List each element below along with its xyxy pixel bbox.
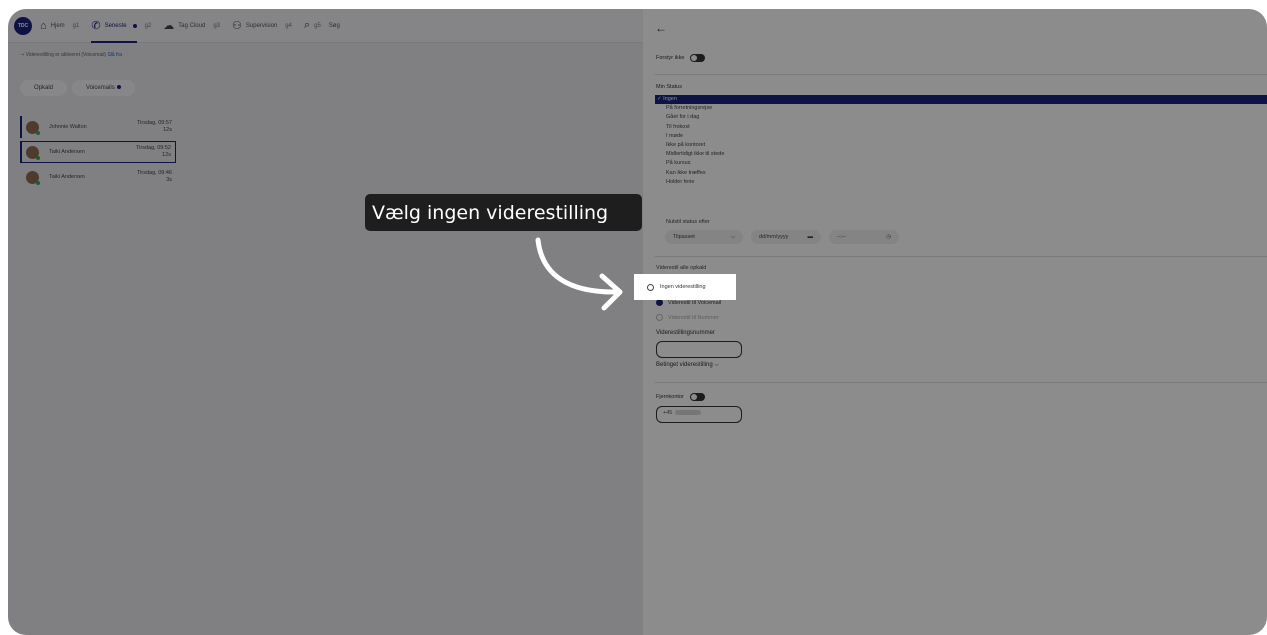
forward-number-input[interactable]: [656, 341, 742, 358]
avatar: [26, 145, 40, 160]
status-option[interactable]: På kursus: [655, 159, 1267, 168]
forward-number-label: Viderestillingsnummer: [656, 330, 715, 336]
option-forward-number[interactable]: Viderestil til Nummer: [656, 314, 719, 321]
search-icon: ⌕: [303, 19, 311, 31]
forward-all-label: Viderestil alle opkald: [656, 265, 707, 271]
unread-dot: [132, 23, 137, 28]
nav-supervision[interactable]: ⚇ Supervision: [232, 9, 277, 43]
reset-status-row: Tilpasset ⌵ dd/mm/yyyy ▬ --:-- ◷: [665, 230, 899, 244]
status-option[interactable]: På forretningsrejse: [655, 104, 1267, 113]
hotkey-g4: g4: [285, 22, 292, 29]
radio-forward-voicemail[interactable]: [656, 299, 663, 306]
redacted-number: [675, 410, 702, 416]
disable-forwarding-link[interactable]: Slå fra: [107, 52, 121, 58]
top-navigation: TDC ⌂ Hjem g1 ✆ Seneste g2 ☁ Tag Cloud g…: [8, 9, 643, 43]
call-tabs: Opkald Voicemails: [20, 80, 135, 96]
curved-arrow-icon: [535, 237, 623, 311]
back-arrow-icon[interactable]: ←: [655, 21, 667, 35]
list-item[interactable]: Taiki Andersen Tirsdag, 09:46 3s: [20, 166, 176, 188]
supervision-icon: ⚇: [232, 20, 242, 32]
main-app: TDC ⌂ Hjem g1 ✆ Seneste g2 ☁ Tag Cloud g…: [8, 9, 643, 635]
check-icon: ✓: [657, 96, 662, 102]
calendar-icon: ▬: [807, 234, 814, 240]
remote-office-toggle[interactable]: [689, 393, 705, 401]
nav-search[interactable]: ⌕ g5 Søg: [304, 9, 340, 43]
tab-voicemails[interactable]: Voicemails: [72, 80, 135, 96]
reset-status-label: Nulstil status efter: [666, 219, 710, 225]
status-panel: ← Forstyr ikke Min Status ✓ Ingen På for…: [643, 9, 1267, 635]
chevron-down-icon: ⌵: [730, 233, 735, 240]
option-forward-voicemail[interactable]: Viderestil til Voicemail: [656, 299, 721, 306]
hotkey-g3: g3: [213, 22, 221, 29]
divider: [655, 382, 1267, 383]
nav-recent[interactable]: ✆ Seneste: [91, 9, 137, 43]
divider: [655, 256, 1267, 257]
logo: TDC: [14, 16, 32, 35]
remote-office-number-input[interactable]: +45: [656, 406, 742, 423]
remote-office-row: Fjernkontor: [656, 393, 705, 401]
highlighted-option-no-forwarding[interactable]: Ingen viderestilling: [634, 274, 736, 300]
nav-tag-cloud[interactable]: ☁ Tag Cloud: [163, 9, 205, 43]
radio-forward-number[interactable]: [656, 314, 663, 321]
status-option[interactable]: I møde: [655, 132, 1267, 141]
do-not-disturb-toggle[interactable]: [690, 54, 706, 62]
reset-time-input[interactable]: --:-- ◷: [829, 230, 899, 244]
status-option[interactable]: Midlertidigt ikke til stede: [655, 150, 1267, 159]
do-not-disturb-row: Forstyr ikke: [656, 54, 706, 62]
reset-date-input[interactable]: dd/mm/yyyy ▬: [751, 230, 821, 244]
avatar: [26, 170, 40, 185]
status-option[interactable]: Til frokost: [655, 123, 1267, 132]
hotkey-g1: g1: [72, 22, 80, 29]
status-option-none[interactable]: ✓ Ingen: [655, 95, 1267, 105]
home-icon: ⌂: [40, 19, 47, 32]
status-heading: Min Status: [656, 84, 682, 90]
radio-no-forwarding-highlight: [647, 283, 654, 291]
hotkey-g5: g5: [314, 22, 321, 29]
clock-icon: ◷: [886, 234, 891, 240]
guide-tooltip: Vælg ingen viderestilling: [365, 194, 642, 231]
status-option[interactable]: Kan ikke træffes: [655, 169, 1267, 178]
forwarding-banner: ⇢ Viderestilling er aktiveret (Voicemail…: [20, 52, 122, 58]
conditional-forwarding-toggle[interactable]: Betinget viderestilling ⌵: [656, 362, 719, 369]
tab-calls[interactable]: Opkald: [20, 80, 68, 96]
chevron-down-icon: ⌵: [714, 362, 719, 368]
hotkey-g2: g2: [144, 22, 152, 29]
status-option[interactable]: Ikke på kontoret: [655, 141, 1267, 150]
reset-type-select[interactable]: Tilpasset ⌵: [665, 230, 743, 244]
avatar: [26, 120, 40, 135]
cloud-icon: ☁: [163, 20, 175, 32]
screen-frame: TDC ⌂ Hjem g1 ✆ Seneste g2 ☁ Tag Cloud g…: [8, 9, 1267, 635]
divider: [655, 74, 1267, 75]
status-option[interactable]: Gået for i dag: [655, 113, 1267, 122]
list-item[interactable]: Taiki Andersen Tirsdag, 09:52 12s: [20, 141, 176, 163]
phone-icon: ✆: [91, 20, 101, 32]
call-list: Johnnie Walton Tirsdag, 09:57 12s Taiki A…: [20, 116, 176, 191]
status-list: ✓ Ingen På forretningsrejse Gået for i d…: [655, 95, 1267, 187]
status-option[interactable]: Holder ferie: [655, 178, 1267, 187]
nav-home[interactable]: ⌂ Hjem: [40, 9, 65, 43]
list-item[interactable]: Johnnie Walton Tirsdag, 09:57 12s: [20, 116, 176, 138]
